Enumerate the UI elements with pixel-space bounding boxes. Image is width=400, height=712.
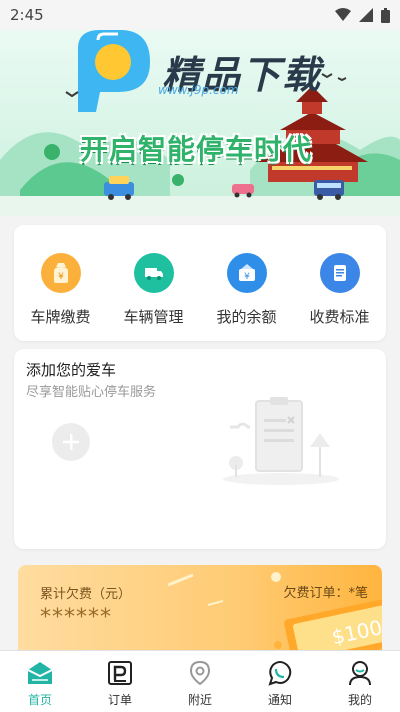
- menu-item-fee-standard[interactable]: 收费标准: [297, 253, 383, 327]
- tab-label: 首页: [27, 693, 52, 707]
- tab-label: 附近: [187, 693, 212, 707]
- arrears-amount: ******: [40, 605, 112, 630]
- car-pink-icon: [232, 184, 254, 198]
- wallet-icon: ¥: [226, 253, 267, 293]
- add-car-card: 添加您的爱车 尽享智能贴心停车服务: [14, 349, 386, 549]
- yen-bag-icon: ¥: [40, 253, 81, 293]
- tab-label: 通知: [267, 693, 292, 707]
- signal-icon: [359, 8, 373, 22]
- tab-orders[interactable]: 订单: [80, 651, 160, 712]
- banner-slogan: 开启智能停车时代: [80, 133, 313, 166]
- brand-url: www.j9p.com: [158, 83, 239, 97]
- menu-label: 车辆管理: [123, 308, 184, 326]
- tab-nearby[interactable]: 附近: [160, 651, 240, 712]
- add-car-subtitle: 尽享智能贴心停车服务: [26, 385, 157, 400]
- svg-text:¥: ¥: [244, 272, 250, 282]
- add-car-title: 添加您的爱车: [26, 361, 117, 379]
- arrears-label: 累计欠费（元）: [40, 587, 132, 602]
- truck-icon: [133, 253, 174, 293]
- menu-item-vehicle-management[interactable]: 车辆管理: [111, 253, 197, 327]
- menu-item-plate-payment[interactable]: ¥ 车牌缴费: [18, 253, 104, 327]
- tab-home[interactable]: 首页: [0, 651, 80, 712]
- status-time: 2:45: [10, 6, 44, 24]
- quick-menu: ¥ 车牌缴费 车辆管理 ¥ 我的余额 收费标准: [14, 225, 386, 341]
- home-icon: [25, 658, 55, 688]
- tab-label: 我的: [347, 693, 372, 707]
- menu-item-my-balance[interactable]: ¥ 我的余额: [204, 253, 290, 327]
- tab-notifications[interactable]: 通知: [240, 651, 320, 712]
- brand-logo-icon: [78, 30, 150, 112]
- location-icon: [185, 658, 215, 688]
- document-icon: [319, 253, 360, 293]
- status-bar: 2:45: [0, 0, 400, 30]
- add-car-button[interactable]: [52, 423, 90, 461]
- empty-clipboard-illustration: [223, 397, 339, 485]
- arrears-orders: 欠费订单：*笔: [283, 586, 368, 601]
- menu-label: 我的余额: [216, 308, 277, 326]
- user-icon: [345, 658, 375, 688]
- notification-icon: [265, 658, 295, 688]
- promo-banner[interactable]: 精品下载 www.j9p.com 开启智能停车时代: [0, 30, 400, 216]
- tab-label: 订单: [107, 693, 132, 707]
- menu-label: 收费标准: [309, 308, 370, 326]
- arrears-card[interactable]: $100 累计欠费（元） ****** 欠费订单：*笔: [18, 565, 382, 655]
- wifi-icon: [335, 8, 351, 21]
- menu-label: 车牌缴费: [30, 308, 91, 326]
- tab-profile[interactable]: 我的: [320, 651, 400, 712]
- bottom-tab-bar: 首页 订单 附近 通知 我的: [0, 650, 400, 712]
- plus-icon: [63, 434, 79, 450]
- svg-text:¥: ¥: [58, 272, 64, 282]
- order-icon: [105, 658, 135, 688]
- battery-icon: [381, 7, 390, 23]
